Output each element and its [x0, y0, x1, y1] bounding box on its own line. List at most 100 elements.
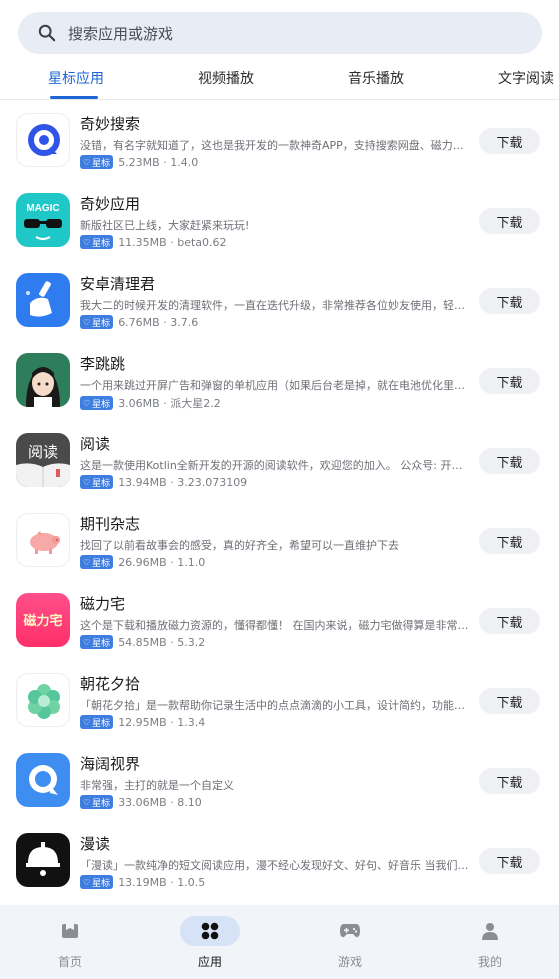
star-badge: ♡ 星标 [80, 555, 114, 569]
download-button[interactable]: 下载 [479, 208, 540, 234]
nav-games[interactable]: 游戏 [280, 905, 420, 979]
app-size-version: 11.35MB · beta0.62 [118, 235, 227, 249]
heart-icon: ♡ [83, 717, 91, 727]
heart-icon: ♡ [83, 237, 91, 247]
app-description: 这个是下载和播放磁力资源的，懂得都懂！ 在国内来说，磁力宅做得算是非常好了 [80, 619, 472, 632]
profile-icon [482, 923, 498, 940]
list-item[interactable]: MAGIC 奇妙应用 新版社区已上线，大家赶紧来玩玩! ♡ 星标 11.35MB … [0, 181, 559, 261]
app-size-version: 12.95MB · 1.3.4 [118, 715, 206, 729]
app-name: 漫读 [80, 835, 111, 853]
heart-icon: ♡ [83, 877, 91, 887]
app-meta: ♡ 星标 3.06MB · 派大星2.2 [80, 395, 221, 411]
list-item[interactable]: 安卓清理君 我大二的时候开发的清理软件，一直在迭代升级，非常推荐各位妙友使用，轻… [0, 261, 559, 341]
heart-icon: ♡ [83, 797, 91, 807]
app-size-version: 33.06MB · 8.10 [118, 795, 202, 809]
app-name: 磁力宅 [80, 595, 126, 613]
app-meta: ♡ 星标 5.23MB · 1.4.0 [80, 155, 198, 169]
app-meta: ♡ 星标 33.06MB · 8.10 [80, 795, 202, 809]
cleaner-icon [16, 273, 70, 327]
flower-icon [16, 673, 70, 727]
heart-icon: ♡ [83, 398, 91, 408]
magnet-house-icon: 磁力宅 [16, 593, 70, 647]
app-name: 奇妙应用 [80, 195, 141, 213]
app-description: 「漫读」一款纯净的短文阅读应用，漫不经心发现好文、好句、好音乐 当我们开始阅读 [80, 859, 472, 872]
bottom-navigation: 首页 应用 游戏 我的 [0, 905, 559, 979]
download-button[interactable]: 下载 [479, 368, 540, 394]
star-badge: ♡ 星标 [80, 875, 114, 889]
download-button[interactable]: 下载 [479, 528, 540, 554]
nav-apps[interactable]: 应用 [140, 905, 280, 979]
category-tabs: 星标应用 视频播放 音乐播放 文字阅读 [0, 56, 559, 100]
app-description: 非常强，主打的就是一个自定义 [80, 779, 234, 792]
app-size-version: 13.19MB · 1.0.5 [118, 875, 206, 889]
app-size-version: 5.23MB · 1.4.0 [118, 155, 199, 169]
nav-label: 我的 [477, 955, 502, 969]
list-item[interactable]: 朝花夕拾 「朝花夕拾」是一款帮助你记录生活中的点点滴滴的小工具，设计简约，功能强… [0, 661, 559, 741]
app-description: 一个用来跳过开屏广告和弹窗的单机应用（如果后台老是掉，就在电池优化里设置） [80, 379, 472, 392]
star-badge: ♡ 星标 [80, 475, 114, 489]
list-item[interactable]: 漫读 「漫读」一款纯净的短文阅读应用，漫不经心发现好文、好句、好音乐 当我们开始… [0, 821, 559, 901]
li-tiaotiao-icon [16, 353, 70, 407]
app-name: 李跳跳 [80, 355, 126, 373]
star-badge: ♡ 星标 [80, 715, 114, 729]
download-button[interactable]: 下载 [479, 128, 540, 154]
magic-search-icon [16, 113, 70, 167]
list-item[interactable]: 阅读 阅读 这是一款使用Kotlin全新开发的开源的阅读软件，欢迎您的加入。 公… [0, 421, 559, 501]
download-button[interactable]: 下载 [479, 288, 540, 314]
apps-icon [201, 922, 219, 940]
download-button[interactable]: 下载 [479, 688, 540, 714]
list-item[interactable]: 李跳跳 一个用来跳过开屏广告和弹窗的单机应用（如果后台老是掉，就在电池优化里设置… [0, 341, 559, 421]
app-meta: ♡ 星标 12.95MB · 1.3.4 [80, 715, 205, 729]
app-list: 奇妙搜索 没错，有名字就知道了，这也是我开发的一款神奇APP，支持搜索网盘、磁力… [0, 101, 559, 901]
nav-profile[interactable]: 我的 [420, 905, 559, 979]
app-name: 朝花夕拾 [80, 675, 141, 693]
download-button[interactable]: 下载 [479, 608, 540, 634]
nav-home[interactable]: 首页 [0, 905, 140, 979]
heart-icon: ♡ [83, 317, 91, 327]
star-badge: ♡ 星标 [80, 315, 114, 329]
heart-icon: ♡ [83, 557, 91, 567]
download-button[interactable]: 下载 [479, 448, 540, 474]
app-name: 奇妙搜索 [80, 115, 141, 133]
app-description: 「朝花夕拾」是一款帮助你记录生活中的点点滴滴的小工具，设计简约，功能强大 [80, 699, 472, 712]
nav-label: 游戏 [337, 955, 362, 969]
svg-text:磁力宅: 磁力宅 [23, 613, 62, 629]
star-badge: ♡ 星标 [80, 635, 114, 649]
app-name: 阅读 [80, 435, 111, 453]
legado-reader-icon: 阅读 [16, 433, 70, 487]
download-button[interactable]: 下载 [479, 768, 540, 794]
list-item[interactable]: 磁力宅 磁力宅 这个是下载和播放磁力资源的，懂得都懂！ 在国内来说，磁力宅做得算… [0, 581, 559, 661]
haikuo-icon [16, 753, 70, 807]
tab-video-playback[interactable]: 视频播放 [198, 68, 254, 88]
search-input[interactable]: 搜索应用或游戏 [68, 23, 173, 44]
app-description: 这是一款使用Kotlin全新开发的开源的阅读软件，欢迎您的加入。 公众号: 开源… [80, 459, 472, 472]
list-item[interactable]: 海阔视界 非常强，主打的就是一个自定义 ♡ 星标 33.06MB · 8.10 下… [0, 741, 559, 821]
app-meta: ♡ 星标 26.96MB · 1.1.0 [80, 555, 205, 569]
svg-text:阅读: 阅读 [28, 443, 58, 461]
magic-app-icon: MAGIC [16, 193, 70, 247]
app-description: 新版社区已上线，大家赶紧来玩玩! [80, 219, 250, 232]
list-item[interactable]: 奇妙搜索 没错，有名字就知道了，这也是我开发的一款神奇APP，支持搜索网盘、磁力… [0, 101, 559, 181]
heart-icon: ♡ [83, 637, 91, 647]
app-size-version: 13.94MB · 3.23.073109 [118, 475, 248, 489]
app-size-version: 54.85MB · 5.3.2 [118, 635, 206, 649]
home-icon [62, 924, 78, 938]
star-badge: ♡ 星标 [80, 155, 114, 169]
search-bar[interactable]: 搜索应用或游戏 [18, 12, 542, 54]
tab-music-playback[interactable]: 音乐播放 [348, 68, 404, 88]
tab-starred-apps[interactable]: 星标应用 [48, 68, 104, 88]
app-meta: ♡ 星标 13.94MB · 3.23.073109 [80, 475, 247, 489]
mandu-icon [16, 833, 70, 887]
heart-icon: ♡ [83, 157, 91, 167]
gamepad-icon [340, 924, 360, 938]
heart-icon: ♡ [83, 477, 91, 487]
app-description: 找回了以前看故事会的感受，真的好齐全，希望可以一直维护下去 [80, 539, 399, 552]
download-button[interactable]: 下载 [479, 848, 540, 874]
app-name: 安卓清理君 [80, 275, 156, 293]
app-description: 没错，有名字就知道了，这也是我开发的一款神奇APP，支持搜索网盘、磁力链接等 [80, 139, 472, 152]
list-item[interactable]: 期刊杂志 找回了以前看故事会的感受，真的好齐全，希望可以一直维护下去 ♡ 星标 2… [0, 501, 559, 581]
active-tab-indicator [50, 96, 98, 99]
star-badge: ♡ 星标 [80, 795, 114, 809]
app-name: 期刊杂志 [80, 515, 141, 533]
tab-text-reading[interactable]: 文字阅读 [498, 68, 554, 88]
